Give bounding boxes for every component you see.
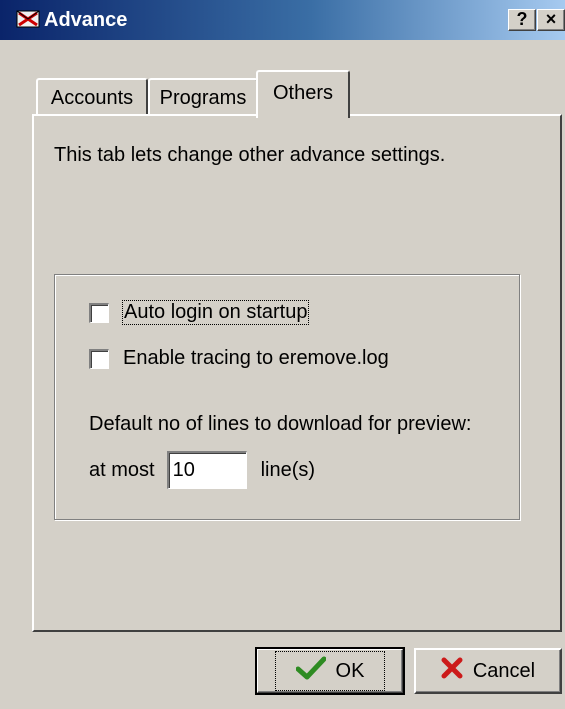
auto-login-option[interactable]: Auto login on startup xyxy=(89,300,310,325)
cancel-label: Cancel xyxy=(472,659,536,682)
tab-panel-others: This tab lets change other advance setti… xyxy=(32,114,562,632)
tracing-checkbox[interactable] xyxy=(89,348,109,369)
preview-lines-row: at most line(s) xyxy=(89,451,315,489)
tab-programs[interactable]: Programs xyxy=(148,78,258,116)
tab-label: Programs xyxy=(159,87,247,109)
cancel-button[interactable]: Cancel xyxy=(414,648,562,694)
tracing-option[interactable]: Enable tracing to eremove.log xyxy=(89,347,389,370)
title-bar[interactable]: Advance ? × xyxy=(0,0,565,40)
tab-label: Accounts xyxy=(50,87,134,109)
lines-unit-label: line(s) xyxy=(260,458,316,481)
help-button[interactable]: ? xyxy=(508,9,536,31)
checkmark-icon xyxy=(295,656,327,686)
tab-accounts[interactable]: Accounts xyxy=(36,78,148,116)
settings-groupbox: Auto login on startup Enable tracing to … xyxy=(54,274,520,520)
at-most-label: at most xyxy=(89,458,155,481)
tab-others[interactable]: Others xyxy=(256,70,350,118)
tab-description: This tab lets change other advance setti… xyxy=(54,144,446,166)
close-button[interactable]: × xyxy=(537,9,565,31)
red-x-icon xyxy=(441,657,463,685)
ok-button[interactable]: OK xyxy=(255,647,405,695)
app-icon xyxy=(16,8,40,30)
preview-lines-input[interactable] xyxy=(166,451,247,489)
tracing-label[interactable]: Enable tracing to eremove.log xyxy=(123,347,389,370)
auto-login-label[interactable]: Auto login on startup xyxy=(121,300,310,325)
ok-label: OK xyxy=(335,659,365,682)
tab-label: Others xyxy=(272,82,334,104)
preview-lines-label: Default no of lines to download for prev… xyxy=(89,413,472,435)
ok-button-focus: OK xyxy=(274,651,386,691)
window-title: Advance xyxy=(44,9,128,31)
auto-login-checkbox[interactable] xyxy=(89,302,109,323)
